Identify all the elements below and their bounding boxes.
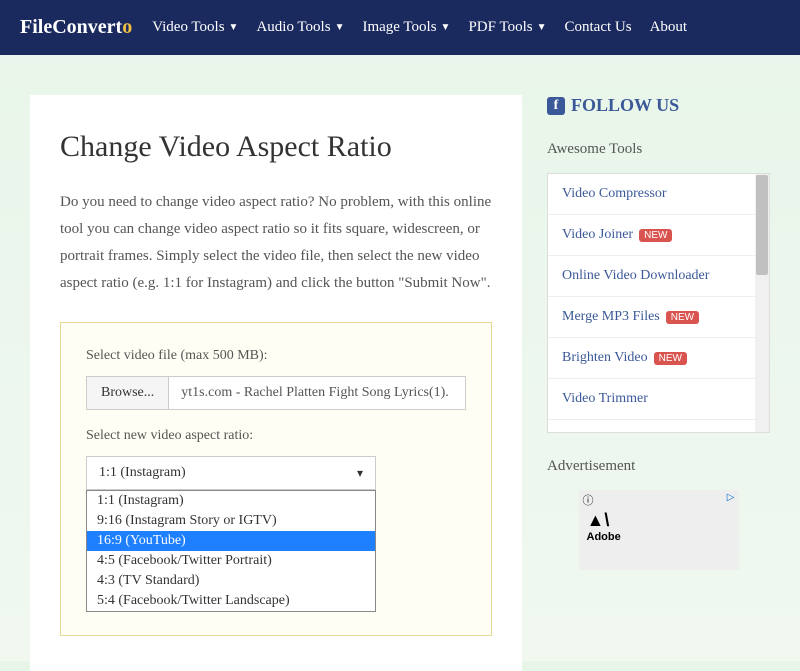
tools-list: Video Compressor Video Joiner NEW Online Vi… — [548, 174, 769, 420]
tool-item[interactable]: Brighten Video NEW — [548, 338, 769, 379]
tool-name: Online Video Downloader — [562, 268, 709, 284]
adobe-text: Adobe — [587, 531, 731, 543]
follow-link[interactable]: f FOLLOW US — [547, 95, 770, 116]
brand-logo[interactable]: FileConverto — [20, 16, 132, 39]
page-title: Change Video Aspect Ratio — [60, 130, 492, 164]
nav-item-pdf-tools[interactable]: PDF Tools▼ — [468, 19, 546, 36]
file-label: Select video file (max 500 MB): — [86, 348, 466, 364]
tool-name: Video Compressor — [562, 186, 667, 202]
brand-accent: o — [122, 16, 132, 38]
tools-label: Awesome Tools — [547, 141, 770, 158]
chevron-down-icon: ▼ — [441, 22, 451, 33]
ratio-select-value: 1:1 (Instagram) — [99, 465, 186, 481]
ratio-option[interactable]: 5:4 (Facebook/Twitter Landscape) — [87, 591, 375, 611]
ratio-option[interactable]: 4:5 (Facebook/Twitter Portrait) — [87, 551, 375, 571]
facebook-icon: f — [547, 97, 565, 115]
tool-item[interactable]: Online Video Downloader — [548, 256, 769, 297]
new-badge: NEW — [654, 352, 687, 365]
ratio-option[interactable]: 9:16 (Instagram Story or IGTV) — [87, 511, 375, 531]
tool-item[interactable]: Video Trimmer — [548, 379, 769, 420]
tool-item[interactable]: Video Joiner NEW — [548, 215, 769, 256]
chevron-down-icon: ▼ — [335, 22, 345, 33]
ratio-select[interactable]: 1:1 (Instagram) ▾ — [86, 456, 376, 490]
ad-choices-icon: ▷ — [727, 492, 735, 503]
nav-item-about[interactable]: About — [650, 19, 688, 36]
tool-name: Merge MP3 Files — [562, 309, 660, 325]
tools-box: Video Compressor Video Joiner NEW Online Vi… — [547, 173, 770, 433]
brand-text: FileConvert — [20, 16, 122, 38]
tool-name: Video Joiner — [562, 227, 633, 243]
ad-section: Advertisement ⓘ ▷ ▲\ Adobe — [547, 458, 770, 570]
main-panel: Change Video Aspect Ratio Do you need to… — [30, 95, 522, 671]
container: Change Video Aspect Ratio Do you need to… — [0, 55, 800, 671]
tool-item[interactable]: Video Compressor — [548, 174, 769, 215]
scrollbar-track[interactable] — [755, 174, 769, 432]
ad-box[interactable]: ⓘ ▷ ▲\ Adobe — [579, 490, 739, 570]
chevron-down-icon: ▼ — [537, 22, 547, 33]
navbar: FileConverto Video Tools▼ Audio Tools▼ Ima… — [0, 0, 800, 55]
file-name-display: yt1s.com - Rachel Platten Fight Song Lyr… — [169, 377, 465, 409]
nav-item-audio-tools[interactable]: Audio Tools▼ — [256, 19, 344, 36]
chevron-updown-icon: ▾ — [357, 466, 363, 481]
adobe-ad: ▲\ Adobe — [587, 510, 731, 543]
nav-items: Video Tools▼ Audio Tools▼ Image Tools▼ PDF … — [152, 19, 687, 36]
scrollbar-thumb[interactable] — [756, 175, 768, 275]
adobe-logo-icon: ▲\ — [587, 510, 731, 531]
ratio-label: Select new video aspect ratio: — [86, 428, 466, 444]
chevron-down-icon: ▼ — [229, 22, 239, 33]
nav-item-video-tools[interactable]: Video Tools▼ — [152, 19, 238, 36]
new-badge: NEW — [666, 311, 699, 324]
tool-name: Video Trimmer — [562, 391, 648, 407]
ad-info-icon: ⓘ — [583, 492, 594, 508]
sidebar: f FOLLOW US Awesome Tools Video Compress… — [547, 95, 770, 671]
intro-text: Do you need to change video aspect ratio… — [60, 189, 492, 297]
nav-item-image-tools[interactable]: Image Tools▼ — [362, 19, 450, 36]
file-input-row: Browse... yt1s.com - Rachel Platten Figh… — [86, 376, 466, 410]
ratio-option[interactable]: 1:1 (Instagram) — [87, 491, 375, 511]
ratio-option[interactable]: 16:9 (YouTube) — [87, 531, 375, 551]
tool-item[interactable]: Merge MP3 Files NEW — [548, 297, 769, 338]
follow-label: FOLLOW US — [571, 95, 679, 116]
nav-item-contact-us[interactable]: Contact Us — [564, 19, 631, 36]
tool-name: Brighten Video — [562, 350, 648, 366]
new-badge: NEW — [639, 229, 672, 242]
ratio-dropdown: 1:1 (Instagram)9:16 (Instagram Story or … — [86, 490, 376, 612]
browse-button[interactable]: Browse... — [87, 377, 169, 409]
form-box: Select video file (max 500 MB): Browse..… — [60, 322, 492, 636]
ratio-select-wrap: 1:1 (Instagram) ▾ 1:1 (Instagram)9:16 (I… — [86, 456, 376, 490]
ad-label: Advertisement — [547, 458, 770, 475]
ratio-option[interactable]: 4:3 (TV Standard) — [87, 571, 375, 591]
